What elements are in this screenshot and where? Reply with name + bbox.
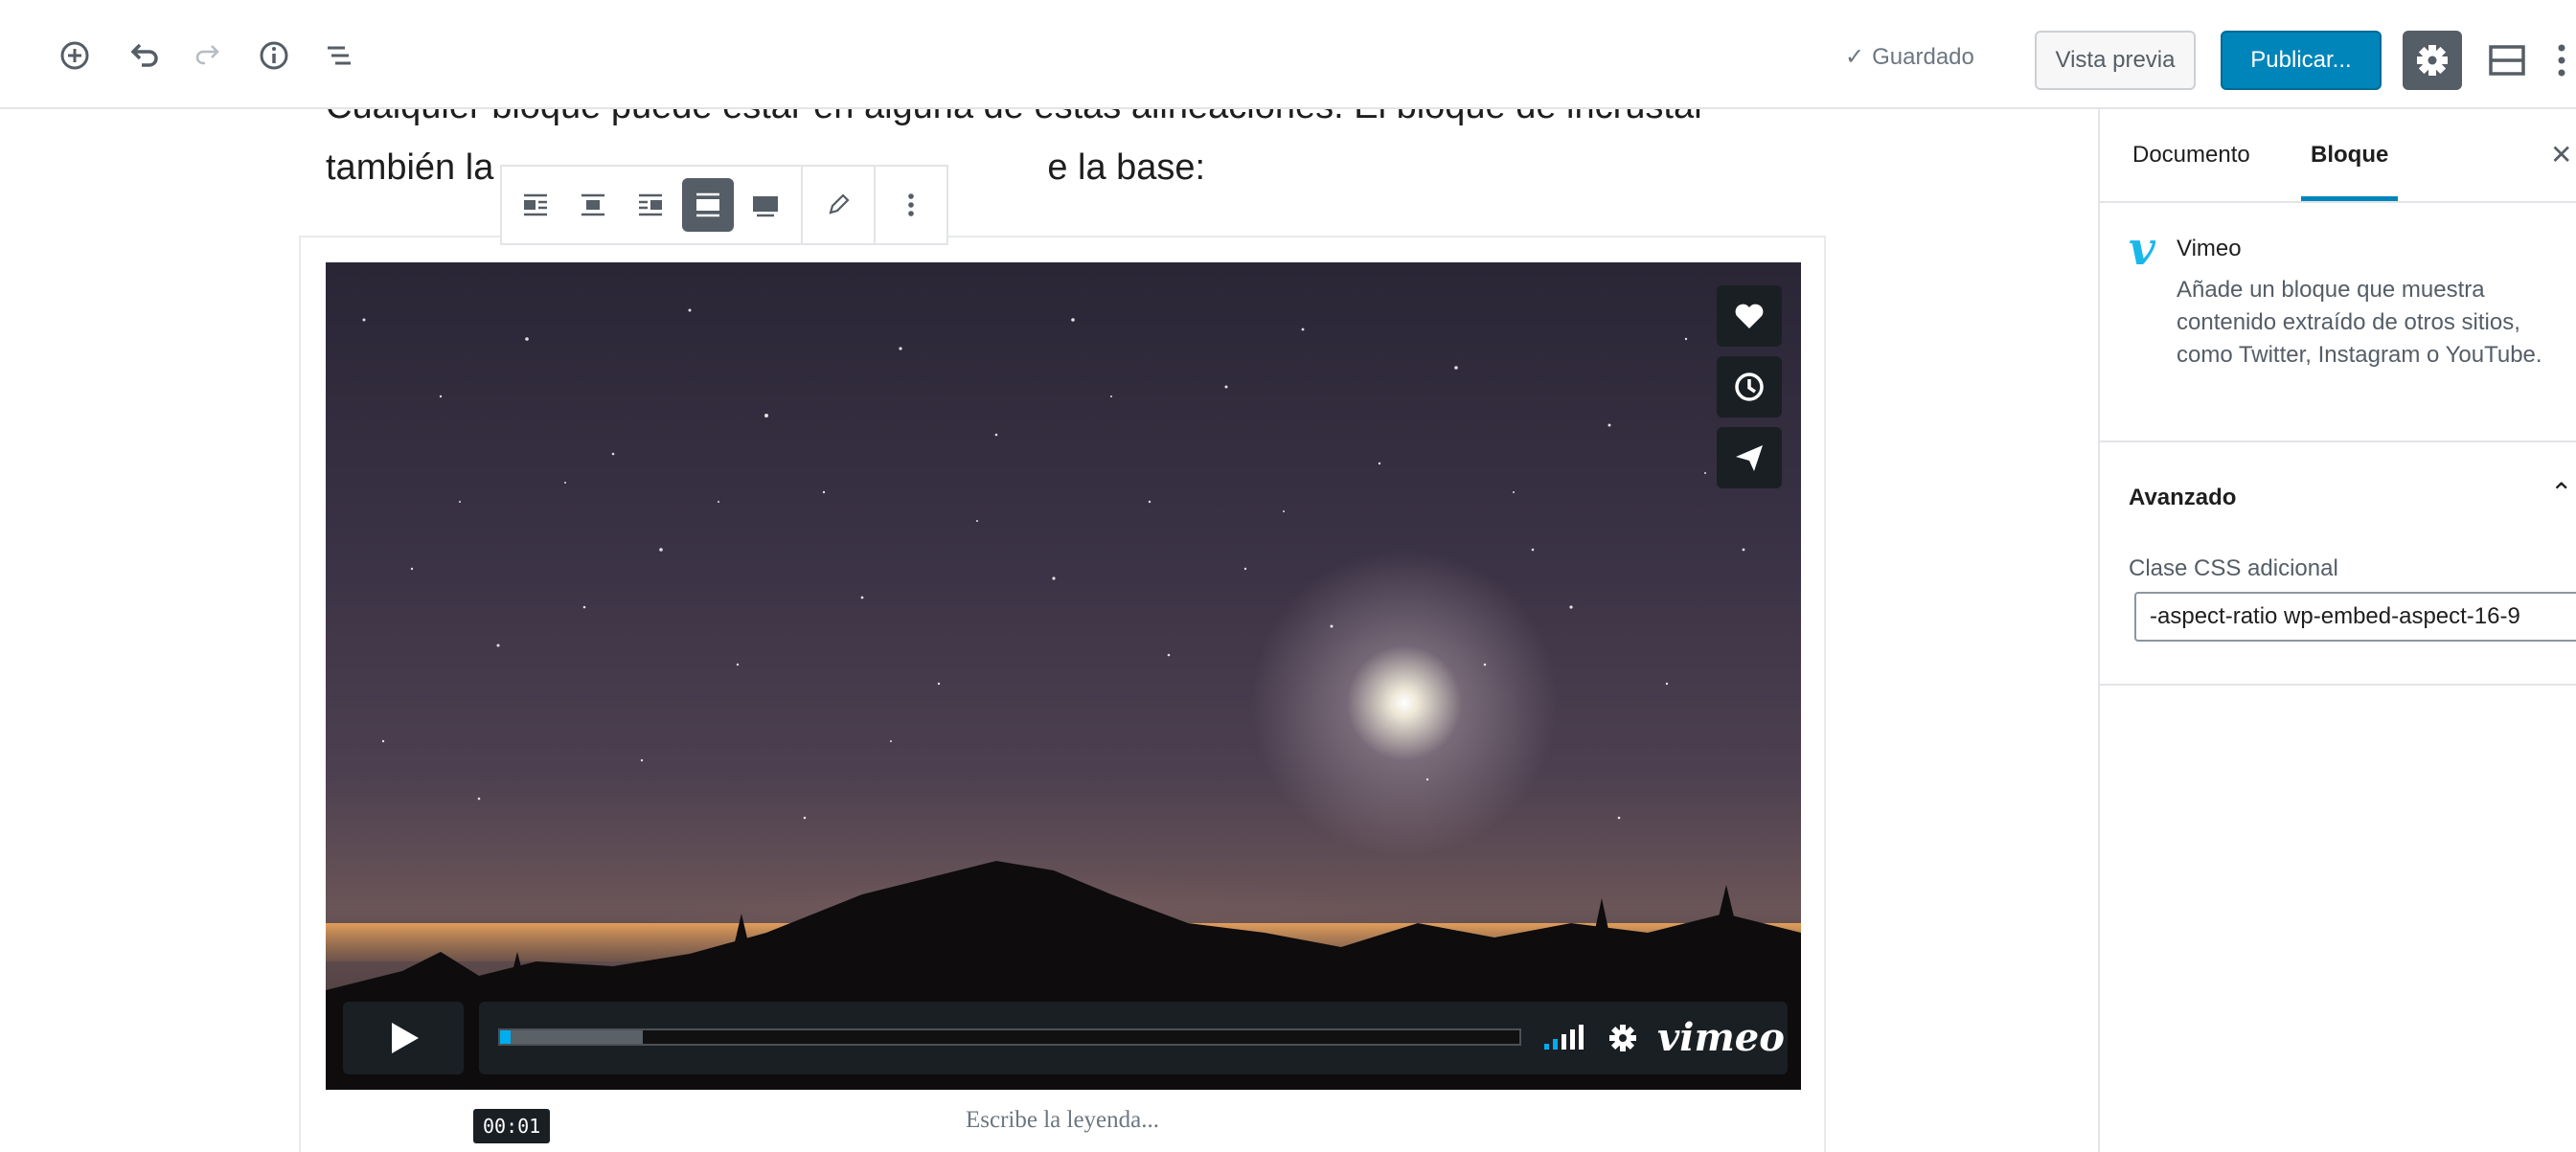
video-progress-bar[interactable] xyxy=(498,1028,1521,1046)
watch-later-clock-icon[interactable] xyxy=(1717,356,1782,418)
full-width-icon[interactable] xyxy=(740,178,791,232)
play-icon xyxy=(392,1023,419,1053)
block-description: Añade un bloque que muestra contenido ex… xyxy=(2177,277,2542,368)
info-icon[interactable] xyxy=(255,36,293,75)
toolbar-divider xyxy=(874,165,876,245)
saved-label: Guardado xyxy=(1872,44,1974,70)
toolbar-divider xyxy=(801,165,803,245)
align-left-icon[interactable] xyxy=(510,178,561,232)
paragraph-text-end: e la base: xyxy=(1047,147,1206,188)
paragraph-text-start: también la xyxy=(326,147,494,188)
block-toolbar xyxy=(500,165,948,245)
preview-button[interactable]: Vista previa xyxy=(2035,31,2196,90)
sidebar-tabs: Documento Bloque ✕ xyxy=(2100,109,2576,203)
video-settings-gear-icon[interactable] xyxy=(1604,1019,1642,1057)
redo-icon[interactable] xyxy=(190,36,228,75)
video-controls-bar: vimeo xyxy=(479,1002,1788,1074)
edit-pencil-icon[interactable] xyxy=(812,178,864,232)
close-icon[interactable]: ✕ xyxy=(2550,109,2572,201)
caption-placeholder[interactable]: Escribe la leyenda... xyxy=(299,1107,1826,1134)
vimeo-video-player[interactable]: vimeo xyxy=(326,262,1801,1090)
undo-icon[interactable] xyxy=(125,36,163,75)
outline-list-icon[interactable] xyxy=(320,36,358,75)
align-center-icon[interactable] xyxy=(567,178,619,232)
play-button[interactable] xyxy=(343,1002,464,1074)
more-options-icon[interactable] xyxy=(2548,38,2576,82)
advanced-panel: Avanzado ⌃ Clase CSS adicional xyxy=(2100,442,2576,686)
align-right-icon[interactable] xyxy=(625,178,676,232)
css-class-label: Clase CSS adicional xyxy=(2129,555,2338,581)
mountain-silhouette xyxy=(326,861,1801,1090)
settings-gear-icon[interactable] xyxy=(2403,31,2462,90)
block-more-options-icon[interactable] xyxy=(885,178,937,232)
top-toolbar: ✓ Guardado Vista previa Publicar... xyxy=(0,0,2576,109)
paragraph-block[interactable]: Cualquier bloque puede estar en alguna d… xyxy=(326,109,1706,127)
add-block-icon[interactable] xyxy=(56,36,94,75)
editor-canvas: Cualquier bloque puede estar en alguna d… xyxy=(0,109,2098,1152)
css-class-input[interactable] xyxy=(2134,592,2576,642)
tab-block[interactable]: Bloque xyxy=(2301,109,2399,201)
volume-icon[interactable] xyxy=(1542,1025,1590,1051)
saved-status: ✓ Guardado xyxy=(1845,40,1974,75)
settings-sidebar: Documento Bloque ✕ v Vimeo Añade un bloq… xyxy=(2098,109,2576,1152)
advanced-panel-toggle[interactable]: Avanzado xyxy=(2129,485,2236,511)
publish-button[interactable]: Publicar... xyxy=(2221,31,2382,90)
vimeo-icon: v xyxy=(2129,222,2155,276)
tab-document[interactable]: Documento xyxy=(2132,109,2250,201)
played-bar xyxy=(500,1030,511,1044)
wide-width-icon[interactable] xyxy=(682,178,734,232)
check-icon: ✓ xyxy=(1845,44,1865,70)
layout-toggle-icon[interactable] xyxy=(2485,38,2529,82)
share-send-icon[interactable] xyxy=(1717,427,1782,488)
like-heart-icon[interactable] xyxy=(1717,285,1782,347)
block-info-card: v Vimeo Añade un bloque que muestra cont… xyxy=(2100,203,2576,442)
buffered-bar xyxy=(500,1030,643,1044)
vimeo-logo[interactable]: vimeo xyxy=(1657,1015,1785,1060)
block-title: Vimeo xyxy=(2177,236,2242,261)
chevron-up-icon[interactable]: ⌃ xyxy=(2550,477,2572,508)
